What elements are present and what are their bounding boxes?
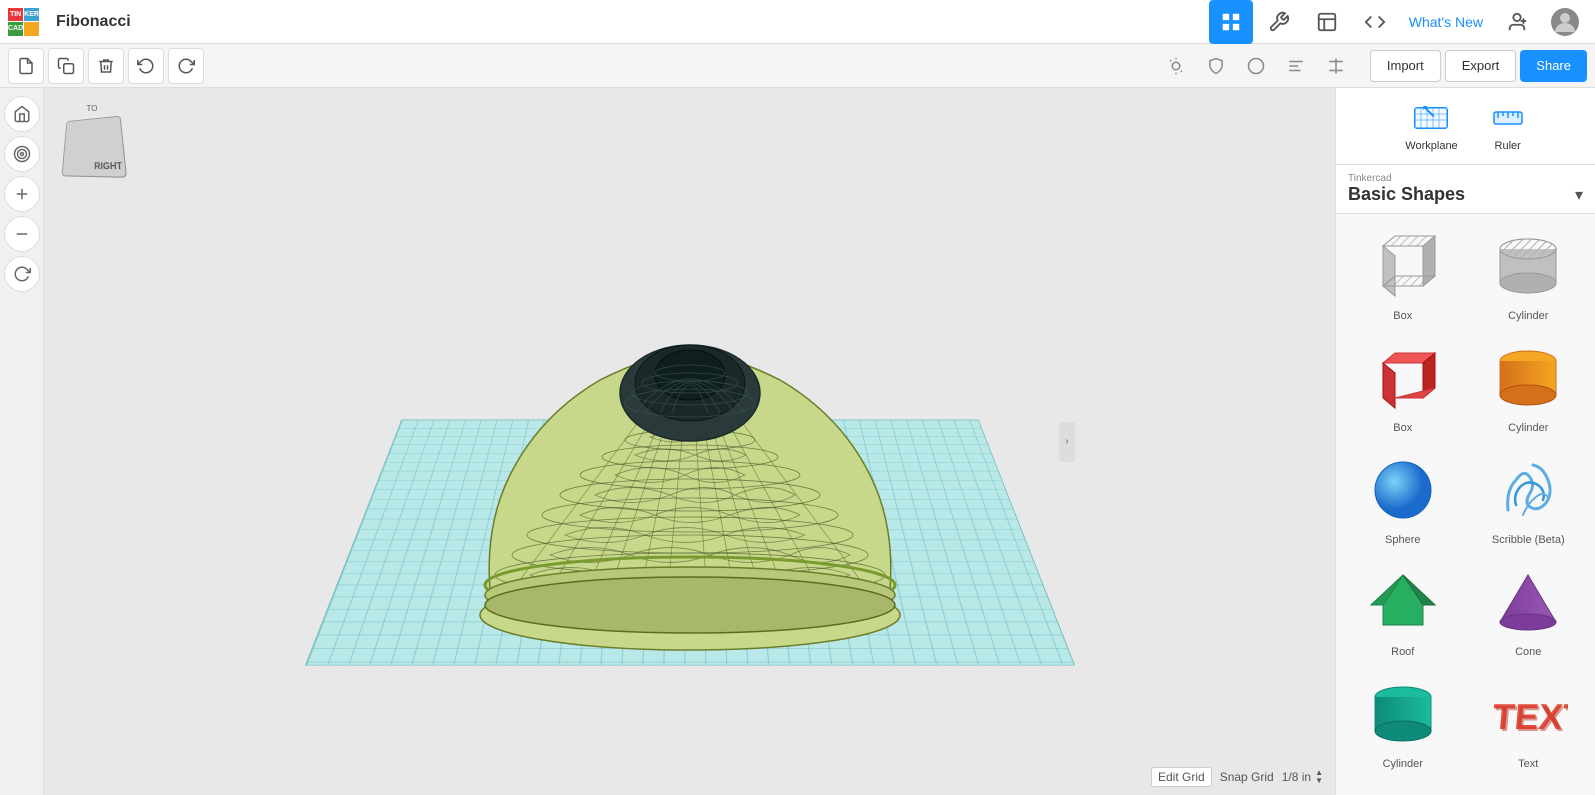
panel-header: Tinkercad Basic Shapes ▾: [1336, 165, 1595, 214]
grid-view-btn[interactable]: [1209, 0, 1253, 44]
logo-br: [24, 22, 39, 36]
panel-title: Basic Shapes: [1348, 184, 1465, 205]
undo-button[interactable]: [128, 48, 164, 84]
shape-sphere-label: Sphere: [1385, 534, 1420, 546]
light-btn[interactable]: [1158, 48, 1194, 84]
home-btn[interactable]: [4, 96, 40, 132]
rotate-btn[interactable]: [4, 256, 40, 292]
zoom-out-btn[interactable]: [4, 216, 40, 252]
shape-cylinder-hole-label: Cylinder: [1508, 310, 1548, 322]
logo-tl: TIN: [8, 8, 23, 22]
ruler-tool[interactable]: Ruler: [1490, 100, 1526, 152]
cylinder2-icon: [1358, 674, 1448, 754]
box-hole-icon: [1358, 226, 1448, 306]
shape-cylinder-solid[interactable]: Cylinder: [1470, 334, 1588, 438]
new-button[interactable]: [8, 48, 44, 84]
main-area: TO RIGHT: [0, 88, 1595, 795]
shapes-grid: Box: [1336, 214, 1595, 795]
zoom-in-btn[interactable]: [4, 176, 40, 212]
ruler-icon: [1490, 100, 1526, 136]
logo-bl: CAD: [8, 22, 23, 36]
fibonacci-model[interactable]: [450, 275, 930, 675]
redo-button[interactable]: [168, 48, 204, 84]
topbar-right: What's New: [1209, 0, 1595, 44]
tools-btn[interactable]: [1257, 0, 1301, 44]
distribute-btn[interactable]: [1318, 48, 1354, 84]
align-left-btn[interactable]: [1278, 48, 1314, 84]
viewport[interactable]: TO RIGHT: [44, 88, 1335, 795]
panel-dropdown-arrow[interactable]: ▾: [1575, 185, 1583, 205]
logo-tr: KER: [24, 8, 39, 22]
right-panel: Workplane Ruler Tinkercad: [1335, 88, 1595, 795]
ruler-label: Ruler: [1495, 140, 1521, 152]
add-user-btn[interactable]: [1495, 0, 1539, 44]
snap-grid-label: Snap Grid: [1220, 770, 1274, 784]
shape-cone[interactable]: Cone: [1470, 558, 1588, 662]
snap-arrows[interactable]: ▲ ▼: [1315, 769, 1323, 785]
edit-grid-button[interactable]: Edit Grid: [1151, 767, 1212, 787]
toolbar-right: Import Export Share: [1158, 48, 1587, 84]
shape-roof-label: Roof: [1391, 646, 1414, 658]
topbar: TIN KER CAD Fibonacci What's New: [0, 0, 1595, 44]
snap-value-text: 1/8 in: [1282, 770, 1311, 784]
left-sidebar: [0, 88, 44, 795]
roof-icon: [1358, 562, 1448, 642]
toolbar: Import Export Share: [0, 44, 1595, 88]
shape-cylinder2-label: Cylinder: [1383, 758, 1423, 770]
panel-category: Tinkercad: [1348, 173, 1583, 184]
whats-new-button[interactable]: What's New: [1401, 0, 1491, 44]
snap-grid-controls: Edit Grid Snap Grid 1/8 in ▲ ▼: [1151, 767, 1323, 787]
user-avatar[interactable]: [1543, 0, 1587, 44]
shape-text[interactable]: TEXT TEXT Text: [1470, 670, 1588, 774]
tinkercad-logo[interactable]: TIN KER CAD: [0, 0, 44, 44]
workplane-label: Workplane: [1405, 140, 1457, 152]
panel-title-row: Basic Shapes ▾: [1348, 184, 1583, 205]
box-solid-icon: [1358, 338, 1448, 418]
share-button[interactable]: Share: [1520, 50, 1587, 82]
gallery-btn[interactable]: [1305, 0, 1349, 44]
snap-down-arrow[interactable]: ▼: [1315, 777, 1323, 785]
shape-sphere[interactable]: Sphere: [1344, 446, 1462, 550]
shape-scribble-label: Scribble (Beta): [1492, 534, 1565, 546]
shape-roof[interactable]: Roof: [1344, 558, 1462, 662]
shape-box-solid-label: Box: [1393, 422, 1412, 434]
shape-scribble[interactable]: Scribble (Beta): [1470, 446, 1588, 550]
import-button[interactable]: Import: [1370, 50, 1441, 82]
project-name[interactable]: Fibonacci: [56, 13, 131, 31]
cylinder-hole-icon: [1483, 226, 1573, 306]
shield-btn[interactable]: [1198, 48, 1234, 84]
export-button[interactable]: Export: [1445, 50, 1517, 82]
shape-cone-label: Cone: [1515, 646, 1541, 658]
shape-box-solid[interactable]: Box: [1344, 334, 1462, 438]
circle-btn[interactable]: [1238, 48, 1274, 84]
shape-cylinder2[interactable]: Cylinder: [1344, 670, 1462, 774]
target-btn[interactable]: [4, 136, 40, 172]
shape-text-label: Text: [1518, 758, 1538, 770]
sphere-icon: [1358, 450, 1448, 530]
workplane-tool[interactable]: Workplane: [1405, 100, 1457, 152]
svg-text:TEXT: TEXT: [1493, 698, 1568, 739]
shape-cylinder-solid-label: Cylinder: [1508, 422, 1548, 434]
3d-scene[interactable]: [44, 88, 1335, 795]
code-btn[interactable]: [1353, 0, 1397, 44]
delete-button[interactable]: [88, 48, 124, 84]
cylinder-solid-icon: [1483, 338, 1573, 418]
cone-icon: [1483, 562, 1573, 642]
panel-tools: Workplane Ruler: [1336, 88, 1595, 165]
scribble-icon: [1483, 450, 1573, 530]
panel-collapse-handle[interactable]: ›: [1059, 422, 1075, 462]
copy-button[interactable]: [48, 48, 84, 84]
shape-cylinder-hole[interactable]: Cylinder: [1470, 222, 1588, 326]
shape-box-hole[interactable]: Box: [1344, 222, 1462, 326]
snap-value[interactable]: 1/8 in ▲ ▼: [1282, 769, 1323, 785]
text-shape-icon: TEXT TEXT: [1483, 674, 1573, 754]
workplane-icon: [1413, 100, 1449, 136]
shape-box-hole-label: Box: [1393, 310, 1412, 322]
